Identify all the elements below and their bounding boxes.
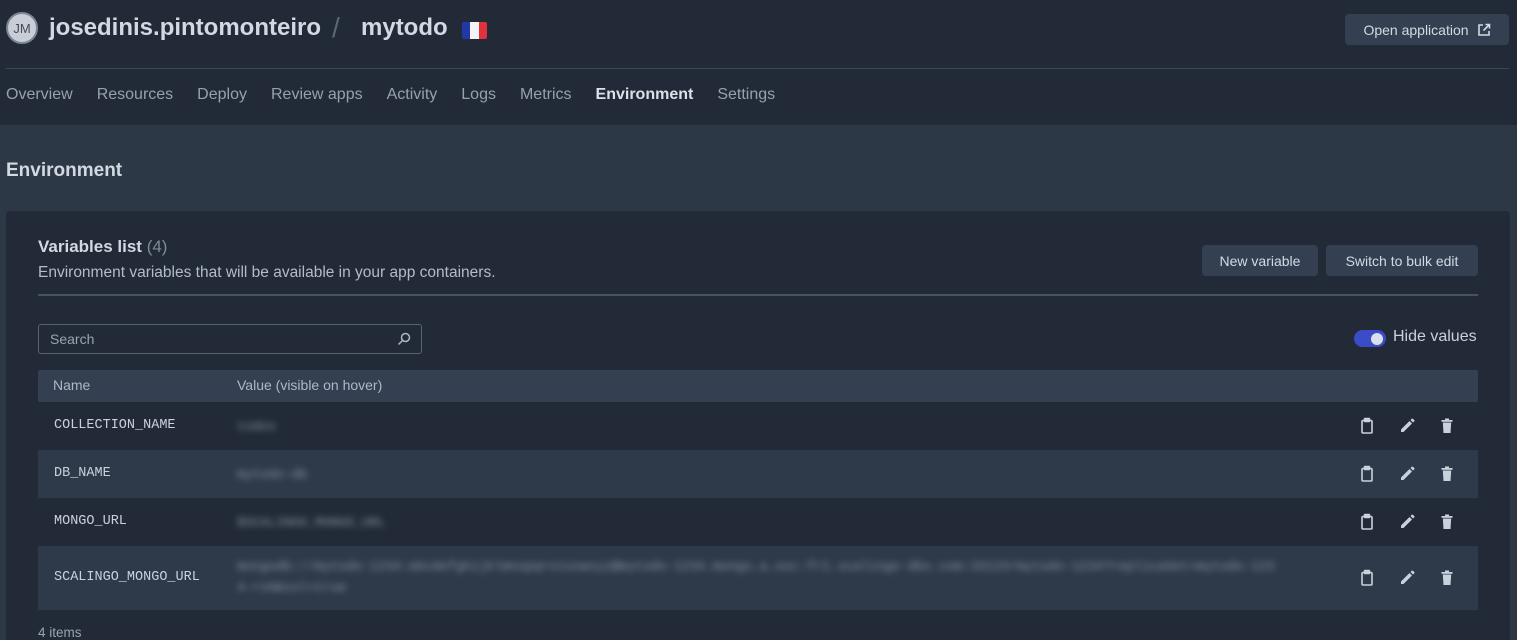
external-link-icon [1477,23,1490,36]
tab-settings[interactable]: Settings [717,86,775,104]
app-nav: Overview Resources Deploy Review apps Ac… [6,86,775,104]
table-row: DB_NAME mytodo-db [38,450,1478,498]
variables-title: Variables list (4) [38,237,167,257]
edit-icon[interactable] [1398,569,1416,587]
tab-resources[interactable]: Resources [97,86,173,104]
variable-value[interactable]: $SCALINGO_MONGO_URL [237,512,385,533]
tab-activity[interactable]: Activity [387,86,438,104]
breadcrumb-separator: / [332,12,340,43]
avatar[interactable]: JM [6,12,38,44]
variable-name: SCALINGO_MONGO_URL [54,570,200,585]
trash-icon[interactable] [1438,569,1456,587]
top-bar: JM josedinis.pintomonteiro / mytodo Open… [0,0,1517,125]
table-header: Name Value (visible on hover) [38,370,1478,402]
table-row: SCALINGO_MONGO_URL mongodb://mytodo-1234… [38,546,1478,610]
column-name-header: Name [53,377,91,393]
edit-icon[interactable] [1398,465,1416,483]
row-actions [1358,465,1458,483]
clipboard-icon[interactable] [1358,513,1376,531]
variable-name: MONGO_URL [54,514,127,529]
table-row: COLLECTION_NAME todos [38,402,1478,450]
variables-count: (4) [146,237,168,256]
bulk-edit-button[interactable]: Switch to bulk edit [1326,245,1478,276]
flag-fr-icon [462,22,487,39]
variables-card: Variables list (4) Environment variables… [6,211,1510,640]
new-variable-button[interactable]: New variable [1202,245,1318,276]
row-actions [1358,513,1458,531]
trash-icon[interactable] [1438,465,1456,483]
tab-deploy[interactable]: Deploy [197,86,247,104]
hide-values-label: Hide values [1393,328,1477,345]
search-icon [397,332,411,346]
clipboard-icon[interactable] [1358,465,1376,483]
variable-name: COLLECTION_NAME [54,418,176,433]
edit-icon[interactable] [1398,417,1416,435]
owner-link[interactable]: josedinis.pintomonteiro [49,14,321,42]
search-box [38,324,422,354]
search-input[interactable] [39,325,421,353]
clipboard-icon[interactable] [1358,417,1376,435]
open-application-button[interactable]: Open application [1345,14,1509,45]
trash-icon[interactable] [1438,417,1456,435]
toggle-knob [1371,332,1383,345]
app-name-link[interactable]: mytodo [361,14,448,42]
open-application-label: Open application [1363,21,1469,38]
card-divider [38,294,1478,296]
items-count: 4 items [38,625,82,640]
variable-value[interactable]: mongodb://mytodo-1234:abcdefghijklmnopqr… [237,556,1277,598]
tab-metrics[interactable]: Metrics [520,86,572,104]
header-divider [6,68,1509,69]
row-actions [1358,569,1458,587]
edit-icon[interactable] [1398,513,1416,531]
variable-value[interactable]: todos [237,416,276,437]
table-row: MONGO_URL $SCALINGO_MONGO_URL [38,498,1478,546]
trash-icon[interactable] [1438,513,1456,531]
page-title: Environment [6,160,123,181]
row-actions [1358,417,1458,435]
variables-title-text: Variables list [38,237,142,256]
tab-logs[interactable]: Logs [461,86,496,104]
column-value-header: Value (visible on hover) [237,377,383,393]
tab-environment[interactable]: Environment [596,86,694,104]
variables-subtitle: Environment variables that will be avail… [38,264,496,281]
tab-overview[interactable]: Overview [6,86,73,104]
variable-value[interactable]: mytodo-db [237,464,307,485]
clipboard-icon[interactable] [1358,569,1376,587]
hide-values-toggle[interactable] [1354,330,1386,347]
tab-review-apps[interactable]: Review apps [271,86,363,104]
variable-name: DB_NAME [54,466,111,481]
